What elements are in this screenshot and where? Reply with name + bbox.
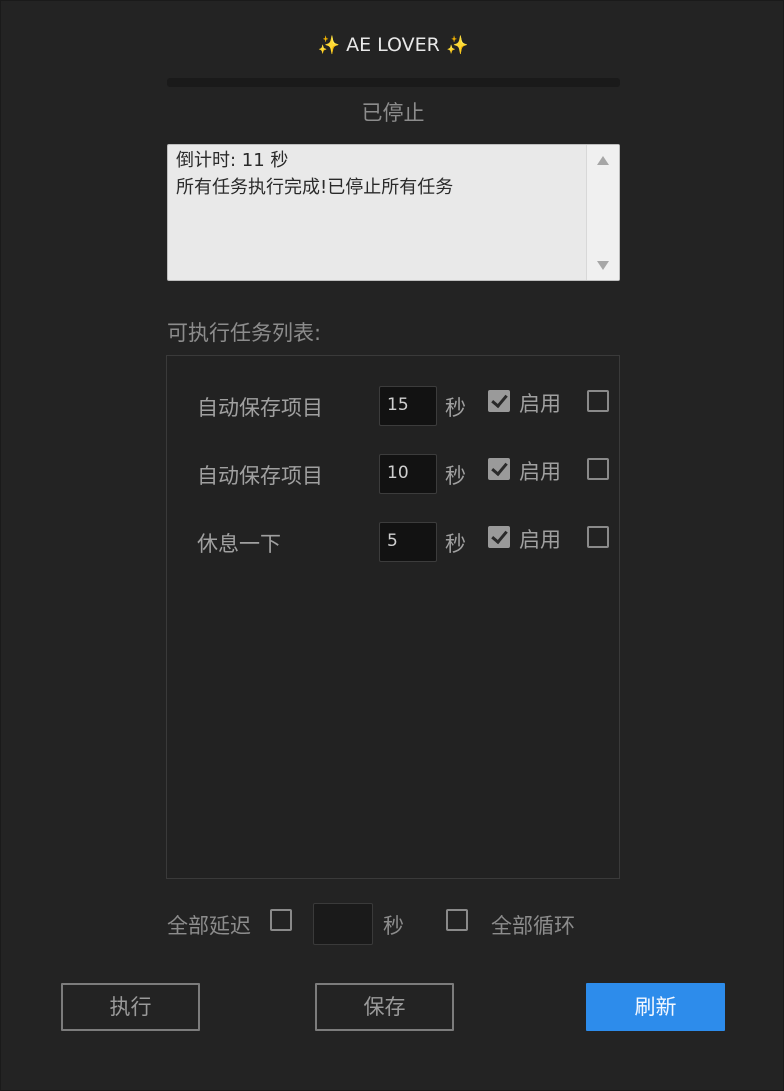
task-row: 自动保存项目 15 秒 启用 bbox=[167, 386, 619, 428]
loop-all-checkbox[interactable] bbox=[446, 909, 468, 931]
task-enable-checkbox[interactable] bbox=[488, 526, 510, 548]
task-enable-label: 启用 bbox=[519, 392, 561, 416]
task-name: 自动保存项目 bbox=[197, 396, 323, 420]
loop-all-label: 全部循环 bbox=[491, 914, 575, 938]
task-name: 休息一下 bbox=[197, 532, 281, 556]
task-seconds-unit: 秒 bbox=[445, 532, 466, 556]
task-enable-label: 启用 bbox=[519, 528, 561, 552]
progress-bar bbox=[167, 78, 620, 87]
scroll-up-arrow-icon[interactable] bbox=[597, 156, 609, 165]
delay-all-input[interactable] bbox=[313, 903, 373, 945]
run-button[interactable]: 执行 bbox=[61, 983, 200, 1031]
status-text: 已停止 bbox=[361, 101, 425, 125]
task-list-box: 自动保存项目 15 秒 启用 自动保存项目 10 秒 启用 休息一下 5 秒 启… bbox=[166, 355, 620, 879]
task-row: 休息一下 5 秒 启用 bbox=[167, 522, 619, 564]
task-name: 自动保存项目 bbox=[197, 464, 323, 488]
task-enable-label: 启用 bbox=[519, 460, 561, 484]
task-extra-checkbox[interactable] bbox=[587, 458, 609, 480]
panel-title: ✨ AE LOVER ✨ bbox=[1, 34, 784, 56]
task-row: 自动保存项目 10 秒 启用 bbox=[167, 454, 619, 496]
task-enable-checkbox[interactable] bbox=[488, 390, 510, 412]
sparkle-icon-right: ✨ bbox=[445, 35, 469, 56]
title-text: AE LOVER bbox=[346, 34, 440, 56]
task-seconds-input[interactable]: 5 bbox=[379, 522, 437, 562]
delay-all-checkbox[interactable] bbox=[270, 909, 292, 931]
task-seconds-input[interactable]: 15 bbox=[379, 386, 437, 426]
log-content: 倒计时: 11 秒 所有任务执行完成!已停止所有任务 bbox=[176, 147, 581, 201]
delay-all-label: 全部延迟 bbox=[167, 914, 251, 938]
log-scrollbar[interactable] bbox=[586, 145, 619, 280]
task-seconds-unit: 秒 bbox=[445, 396, 466, 420]
sparkle-icon-left: ✨ bbox=[317, 35, 341, 56]
save-button[interactable]: 保存 bbox=[315, 983, 454, 1031]
task-extra-checkbox[interactable] bbox=[587, 526, 609, 548]
task-list-label: 可执行任务列表: bbox=[167, 321, 322, 345]
task-seconds-unit: 秒 bbox=[445, 464, 466, 488]
refresh-button[interactable]: 刷新 bbox=[586, 983, 725, 1031]
ae-lover-panel: ✨ AE LOVER ✨ 已停止 倒计时: 11 秒 所有任务执行完成!已停止所… bbox=[0, 0, 784, 1091]
scroll-down-arrow-icon[interactable] bbox=[597, 261, 609, 270]
global-options-row: 全部延迟 秒 全部循环 bbox=[1, 903, 784, 947]
task-seconds-input[interactable]: 10 bbox=[379, 454, 437, 494]
log-textarea[interactable]: 倒计时: 11 秒 所有任务执行完成!已停止所有任务 bbox=[167, 144, 620, 281]
log-line: 所有任务执行完成!已停止所有任务 bbox=[176, 177, 454, 198]
task-extra-checkbox[interactable] bbox=[587, 390, 609, 412]
delay-all-unit: 秒 bbox=[383, 914, 404, 938]
log-line: 倒计时: 11 秒 bbox=[176, 150, 289, 171]
task-enable-checkbox[interactable] bbox=[488, 458, 510, 480]
